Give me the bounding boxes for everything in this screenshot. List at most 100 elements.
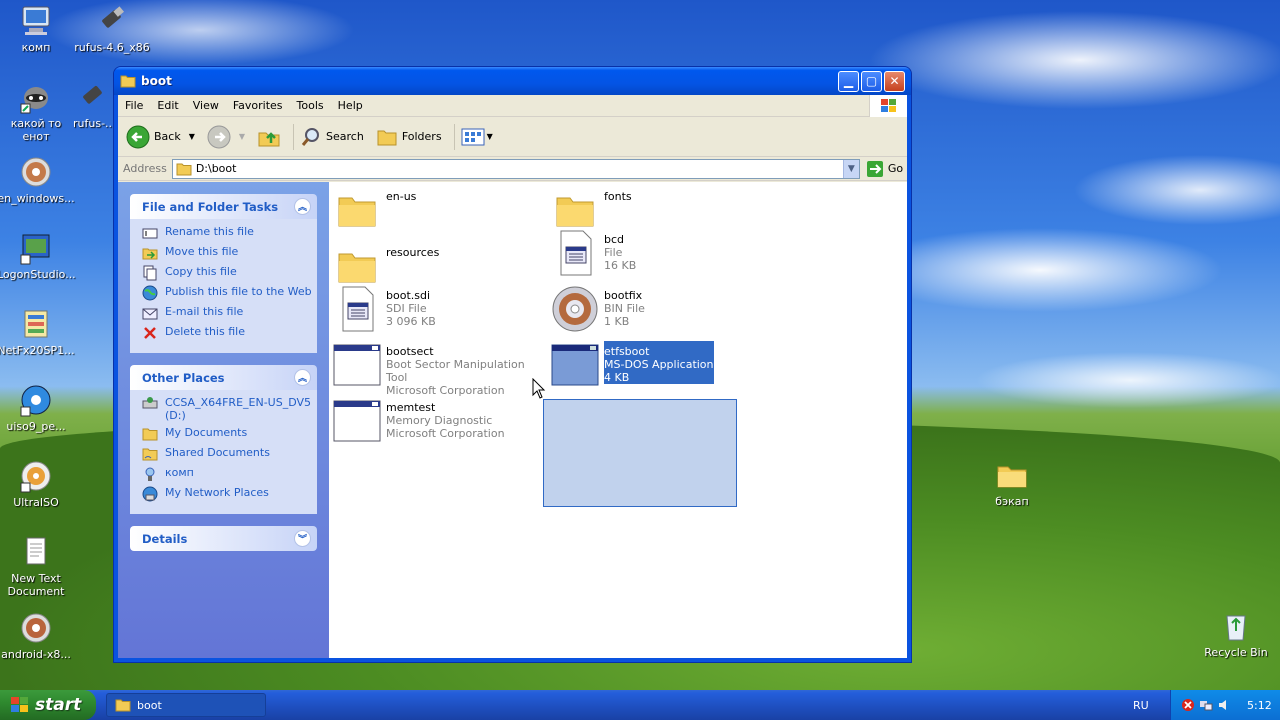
desktop-icon-label: android-x8... bbox=[1, 648, 71, 661]
task-rename[interactable]: Rename this file bbox=[142, 225, 317, 245]
desktop-icon-label: бэкап bbox=[995, 495, 1029, 508]
folders-label: Folders bbox=[401, 130, 442, 143]
views-button[interactable]: ▼ bbox=[461, 127, 493, 147]
place-shared-documents[interactable]: Shared Documents bbox=[142, 446, 317, 466]
file-info: 1 KB bbox=[604, 315, 630, 328]
folder-icon bbox=[333, 186, 381, 234]
file-type: MS-DOS Application bbox=[604, 358, 714, 371]
desktop-icon-ultraiso[interactable]: UltraISO bbox=[0, 459, 75, 509]
clock[interactable]: 5:12 bbox=[1247, 699, 1272, 712]
file-item-resources[interactable]: resources bbox=[333, 242, 543, 290]
desktop-icon-label: en_windows... bbox=[0, 192, 75, 205]
installer-icon bbox=[24, 310, 48, 338]
menu-help[interactable]: Help bbox=[331, 99, 370, 112]
task-label: E-mail this file bbox=[165, 305, 244, 318]
maximize-button[interactable]: ▢ bbox=[861, 70, 882, 92]
place-my-documents[interactable]: My Documents bbox=[142, 426, 317, 446]
place-network[interactable]: My Network Places bbox=[142, 486, 317, 506]
title-bar[interactable]: boot ▁ ▢ ✕ bbox=[114, 67, 911, 95]
menu-file[interactable]: File bbox=[118, 99, 150, 112]
views-dropdown-icon: ▼ bbox=[486, 132, 493, 141]
folders-button[interactable]: Folders bbox=[376, 126, 442, 148]
network-icon bbox=[142, 486, 158, 502]
window-title: boot bbox=[141, 74, 172, 88]
collapse-chevron-icon[interactable]: ︽ bbox=[294, 369, 311, 386]
minimize-button[interactable]: ▁ bbox=[838, 70, 859, 92]
file-item-memtest[interactable]: memtest Memory Diagnostic Microsoft Corp… bbox=[333, 397, 543, 445]
go-button[interactable]: Go bbox=[866, 160, 903, 178]
menu-tools[interactable]: Tools bbox=[290, 99, 331, 112]
windows-logo-icon bbox=[869, 95, 907, 117]
desktop-icon-backup-folder[interactable]: бэкап bbox=[973, 458, 1051, 508]
menu-favorites[interactable]: Favorites bbox=[226, 99, 290, 112]
windows-logo-icon bbox=[11, 697, 28, 712]
move-icon bbox=[142, 248, 158, 260]
up-folder-button[interactable] bbox=[257, 125, 281, 149]
back-button[interactable]: Back ▼ bbox=[126, 125, 195, 149]
desktop-icon-recycle-bin[interactable]: Recycle Bin bbox=[1197, 609, 1275, 659]
desktop-icon-uiso[interactable]: uiso9_pe... bbox=[0, 383, 75, 433]
menu-view[interactable]: View bbox=[186, 99, 226, 112]
details-panel: Details ︾ bbox=[130, 526, 317, 551]
place-computer[interactable]: комп bbox=[142, 466, 317, 486]
task-copy[interactable]: Copy this file bbox=[142, 265, 317, 285]
details-header[interactable]: Details ︾ bbox=[130, 526, 317, 551]
copy-icon bbox=[143, 265, 157, 281]
start-button[interactable]: start bbox=[0, 690, 96, 720]
taskbar-item-boot[interactable]: boot bbox=[106, 693, 266, 717]
address-dropdown-button[interactable]: ▼ bbox=[842, 159, 859, 178]
file-item-boot-sdi[interactable]: boot.sdi SDI File 3 096 KB bbox=[333, 285, 543, 333]
search-label: Search bbox=[326, 130, 364, 143]
file-folder-tasks-header[interactable]: File and Folder Tasks ︽ bbox=[130, 194, 317, 219]
mouse-pointer-icon bbox=[532, 378, 546, 399]
address-input[interactable]: D:\boot ▼ bbox=[171, 158, 860, 179]
file-type: Memory Diagnostic bbox=[386, 414, 493, 427]
minimize-icon: ▁ bbox=[843, 74, 854, 88]
desktop-icon-logonstudio[interactable]: LogonStudio... bbox=[0, 231, 76, 281]
close-button[interactable]: ✕ bbox=[884, 70, 905, 92]
desktop-icon-computer[interactable]: комп bbox=[0, 4, 75, 54]
file-item-fonts[interactable]: fonts bbox=[551, 186, 761, 234]
file-item-bcd[interactable]: bcd File 16 KB bbox=[551, 229, 761, 277]
desktop-icon-raccoon[interactable]: какой то енот bbox=[0, 80, 75, 143]
desktop-icon-label: rufus-... bbox=[73, 117, 113, 130]
desktop-icon-rufus[interactable]: rufus-4.6_x86 bbox=[73, 4, 151, 54]
task-move[interactable]: Move this file bbox=[142, 245, 317, 265]
address-bar: Address D:\boot ▼ Go bbox=[118, 157, 907, 181]
application-icon bbox=[333, 341, 381, 389]
expand-chevron-icon[interactable]: ︾ bbox=[294, 530, 311, 547]
task-email[interactable]: E-mail this file bbox=[142, 305, 317, 325]
speaker-icon[interactable] bbox=[1217, 698, 1231, 712]
other-places-header[interactable]: Other Places ︽ bbox=[130, 365, 317, 390]
file-item-en-us[interactable]: en-us bbox=[333, 186, 543, 234]
search-button[interactable]: Search bbox=[300, 126, 364, 148]
task-publish[interactable]: Publish this file to the Web bbox=[142, 285, 317, 305]
menu-bar: File Edit View Favorites Tools Help bbox=[118, 95, 907, 117]
language-indicator[interactable]: RU bbox=[1133, 699, 1149, 712]
desktop-icon-new-text-document[interactable]: New Text Document bbox=[0, 535, 75, 598]
forward-button[interactable]: ▼ bbox=[207, 125, 245, 149]
task-delete[interactable]: Delete this file bbox=[142, 325, 317, 345]
shared-folder-icon bbox=[142, 448, 158, 461]
back-dropdown-icon[interactable]: ▼ bbox=[189, 132, 195, 141]
go-label: Go bbox=[887, 162, 904, 175]
desktop-icon-netfx[interactable]: NetFx20SP1... bbox=[0, 307, 75, 357]
delete-icon bbox=[144, 327, 156, 339]
explorer-body: File and Folder Tasks ︽ Rename this file… bbox=[118, 182, 907, 658]
explorer-window[interactable]: boot ▁ ▢ ✕ File Edit View Favorites Tool… bbox=[113, 66, 912, 663]
file-item-bootfix[interactable]: bootfix BIN File 1 KB bbox=[551, 285, 761, 333]
menu-edit[interactable]: Edit bbox=[150, 99, 185, 112]
file-item-etfsboot[interactable]: etfsboot MS-DOS Application 4 KB bbox=[551, 341, 761, 389]
file-view[interactable]: en-us fonts resources bcd File 16 KB boo… bbox=[329, 182, 907, 658]
collapse-chevron-icon[interactable]: ︽ bbox=[294, 198, 311, 215]
usb-drive-icon bbox=[102, 6, 124, 28]
desktop-icon-android[interactable]: android-x8... bbox=[0, 611, 75, 661]
network-tray-icon[interactable] bbox=[1199, 698, 1213, 712]
place-drive-d[interactable]: CCSA_X64FRE_EN-US_DV5 (D:) bbox=[142, 396, 317, 426]
security-alert-icon[interactable] bbox=[1181, 698, 1195, 712]
desktop-icon-en-windows[interactable]: en_windows... bbox=[0, 155, 75, 205]
desktop-icon-label: LogonStudio... bbox=[0, 268, 76, 281]
desktop-icon-rufus-2[interactable]: rufus-... bbox=[73, 80, 113, 130]
file-name: bootsect bbox=[386, 345, 434, 358]
file-item-bootsect[interactable]: bootsect Boot Sector Manipulation Tool M… bbox=[333, 341, 543, 397]
